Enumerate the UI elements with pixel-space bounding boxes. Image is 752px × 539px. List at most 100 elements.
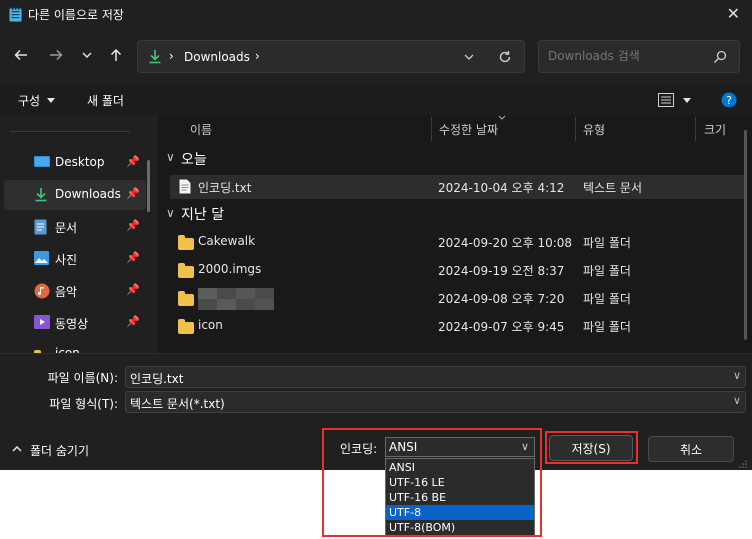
sidebar-item-desktop[interactable]: Desktop 📌 xyxy=(4,148,146,178)
column-modified[interactable]: 수정한 날짜 xyxy=(439,121,498,138)
recent-locations-button[interactable] xyxy=(76,44,98,66)
sidebar-item-music[interactable]: 음악 📌 xyxy=(4,276,146,306)
group-collapse-icon[interactable]: ∨ xyxy=(166,206,175,220)
cancel-button[interactable]: 취소 xyxy=(648,436,734,462)
pin-icon[interactable]: 📌 xyxy=(126,251,140,264)
help-icon[interactable]: ? xyxy=(721,92,737,108)
picture-icon xyxy=(34,251,50,267)
sidebar-item-label: 문서 xyxy=(55,221,78,235)
search-box[interactable] xyxy=(538,40,740,73)
file-name: icon xyxy=(198,318,223,332)
column-divider[interactable] xyxy=(431,117,432,141)
breadcrumb-downloads[interactable]: Downloads xyxy=(184,50,250,64)
search-icon[interactable] xyxy=(713,50,727,64)
column-divider[interactable] xyxy=(575,117,576,141)
music-icon xyxy=(34,283,50,299)
arrow-up-icon xyxy=(110,48,122,61)
svg-text:?: ? xyxy=(726,94,732,107)
encoding-option-utf8-bom[interactable]: UTF-8(BOM) xyxy=(386,520,534,535)
download-icon xyxy=(34,187,50,203)
file-modified: 2024-09-07 오후 9:45 xyxy=(438,320,565,334)
redacted-name xyxy=(198,288,274,310)
chevron-down-icon xyxy=(82,52,92,58)
pin-icon[interactable]: 📌 xyxy=(126,283,140,296)
nav-scrollbar[interactable] xyxy=(147,160,150,212)
save-button[interactable]: 저장(S) xyxy=(549,435,633,461)
group-header-last-month[interactable]: 지난 달 xyxy=(181,204,224,224)
filename-label: 파일 이름(N): xyxy=(47,371,118,385)
sidebar-item-label: icon xyxy=(55,346,80,353)
forward-button[interactable] xyxy=(45,44,67,66)
search-input[interactable] xyxy=(548,49,708,63)
pin-icon[interactable]: 📌 xyxy=(126,315,140,328)
video-icon xyxy=(34,315,50,331)
close-icon[interactable]: ✕ xyxy=(727,4,740,23)
sidebar-item-label: Desktop xyxy=(55,155,105,169)
sidebar-item-label: 사진 xyxy=(55,253,78,267)
address-bar[interactable]: › Downloads › xyxy=(137,40,525,73)
refresh-icon[interactable] xyxy=(498,50,512,64)
address-dropdown-icon[interactable] xyxy=(464,54,474,60)
pin-icon[interactable]: 📌 xyxy=(126,155,140,168)
sidebar-item-documents[interactable]: 문서 📌 xyxy=(4,212,146,242)
file-type: 파일 폴더 xyxy=(583,320,631,334)
table-row[interactable]: 2024-09-08 오후 7:20 파일 폴더 xyxy=(170,286,746,310)
breadcrumb-chevron-icon[interactable]: › xyxy=(255,49,260,63)
sidebar-item-icon[interactable]: icon xyxy=(4,340,146,353)
column-name[interactable]: 이름 xyxy=(190,121,212,138)
desktop-icon xyxy=(34,155,50,171)
file-modified: 2024-09-19 오전 8:37 xyxy=(438,264,565,278)
back-button[interactable] xyxy=(10,44,32,66)
view-caret-icon[interactable] xyxy=(683,98,691,103)
column-divider[interactable] xyxy=(695,117,696,141)
encoding-select[interactable]: ANSI ∨ xyxy=(385,437,535,457)
table-row[interactable]: icon 2024-09-07 오후 9:45 파일 폴더 xyxy=(170,314,746,338)
encoding-option-utf16le[interactable]: UTF-16 LE xyxy=(386,475,534,490)
pin-icon[interactable]: 📌 xyxy=(126,219,140,232)
sidebar-item-label: 동영상 xyxy=(55,317,89,331)
title-bar: 다른 이름으로 저장 ✕ xyxy=(0,0,752,30)
column-size[interactable]: 크기 xyxy=(704,121,726,138)
breadcrumb-separator-icon: › xyxy=(169,49,174,63)
table-row[interactable]: Cakewalk 2024-09-20 오후 10:08 파일 폴더 xyxy=(170,230,746,254)
hide-folders-button[interactable]: 폴더 숨기기 xyxy=(30,442,89,459)
command-bar: 구성 새 폴더 ? xyxy=(0,85,752,115)
arrow-left-icon xyxy=(14,49,27,61)
sidebar-item-downloads[interactable]: Downloads 📌 xyxy=(4,180,146,210)
chevron-down-icon[interactable]: ∨ xyxy=(733,394,741,407)
encoding-option-utf8[interactable]: UTF-8 xyxy=(386,505,534,520)
chevron-up-icon[interactable] xyxy=(12,446,22,452)
file-name: Cakewalk xyxy=(198,234,256,248)
file-list-scrollbar[interactable] xyxy=(744,130,747,340)
file-type: 파일 폴더 xyxy=(583,264,631,278)
chevron-down-icon[interactable]: ∨ xyxy=(521,440,529,453)
sidebar-item-label: 음악 xyxy=(55,285,78,299)
pin-icon[interactable]: 📌 xyxy=(126,187,140,200)
encoding-options: ANSI UTF-16 LE UTF-16 BE UTF-8 UTF-8(BOM… xyxy=(385,458,535,536)
nav-divider xyxy=(10,131,130,132)
group-header-today[interactable]: 오늘 xyxy=(181,149,207,169)
column-type[interactable]: 유형 xyxy=(583,121,605,138)
filename-field[interactable]: 인코딩.txt ∨ xyxy=(125,366,746,388)
up-button[interactable] xyxy=(105,44,127,66)
filetype-value[interactable]: 텍스트 문서(*.txt) xyxy=(130,395,225,412)
new-folder-button[interactable]: 새 폴더 xyxy=(87,92,124,109)
organize-caret-icon[interactable] xyxy=(47,98,55,103)
resize-grip-icon[interactable] xyxy=(739,460,747,468)
organize-button[interactable]: 구성 xyxy=(18,92,40,109)
filename-value[interactable]: 인코딩.txt xyxy=(130,370,183,387)
file-type: 텍스트 문서 xyxy=(583,181,643,195)
sidebar-item-videos[interactable]: 동영상 📌 xyxy=(4,308,146,338)
encoding-value[interactable]: ANSI xyxy=(389,440,417,454)
text-file-icon xyxy=(179,179,191,194)
filetype-select[interactable]: 텍스트 문서(*.txt) ∨ xyxy=(125,391,746,413)
file-name: 2000.imgs xyxy=(198,262,262,276)
chevron-down-icon[interactable]: ∨ xyxy=(733,369,741,382)
table-row[interactable]: 2000.imgs 2024-09-19 오전 8:37 파일 폴더 xyxy=(170,258,746,282)
encoding-option-utf16be[interactable]: UTF-16 BE xyxy=(386,490,534,505)
table-row[interactable]: 인코딩.txt 2024-10-04 오후 4:12 텍스트 문서 xyxy=(170,175,746,199)
group-collapse-icon[interactable]: ∨ xyxy=(166,150,175,164)
view-options-icon[interactable] xyxy=(658,93,674,107)
encoding-option-ansi[interactable]: ANSI xyxy=(386,460,534,475)
sidebar-item-pictures[interactable]: 사진 📌 xyxy=(4,244,146,274)
